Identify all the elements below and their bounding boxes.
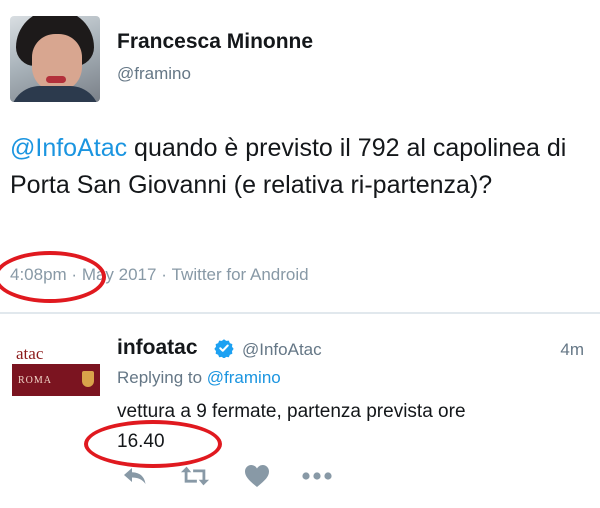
verified-badge-icon [214, 339, 234, 358]
heart-icon [245, 465, 269, 487]
reply-text: vettura a 9 fermate, partenza prevista o… [117, 397, 587, 457]
roma-label: ROMA [18, 375, 53, 386]
reply-button[interactable] [120, 462, 150, 490]
reply-author-handle[interactable]: @InfoAtac [242, 340, 322, 360]
meta-separator: · [156, 265, 172, 284]
shield-icon [82, 371, 94, 387]
reply-text-line1: vettura a 9 fermate, partenza prevista o… [117, 401, 466, 422]
tweet-date[interactable]: May 2017 [82, 265, 157, 285]
retweet-button[interactable] [180, 462, 210, 490]
meta-separator: · [66, 265, 82, 284]
reply-icon [124, 468, 146, 484]
tweet-source[interactable]: Twitter for Android [172, 265, 309, 285]
tweet-actions [120, 462, 420, 492]
main-tweet: Francesca Minonne @framino @InfoAtac qua… [0, 0, 600, 312]
retweet-icon [180, 466, 210, 486]
avatar-face [32, 34, 82, 92]
author-handle[interactable]: @framino [117, 64, 191, 84]
author-name[interactable]: Francesca Minonne [117, 30, 313, 54]
avatar-shoulder [10, 86, 100, 102]
author-avatar[interactable] [10, 16, 100, 102]
reply-tweet: atac ROMA infoatac @InfoAtac 4m Replying… [0, 314, 600, 508]
tweet-meta: 4:08pm · May 2017 · Twitter for Android [10, 265, 309, 285]
reply-author-name[interactable]: infoatac [117, 336, 198, 360]
avatar-lips [46, 76, 66, 83]
replying-to: Replying to @framino [117, 368, 281, 388]
more-button[interactable] [302, 462, 332, 490]
atac-logo: atac [16, 344, 44, 363]
like-button[interactable] [242, 462, 272, 490]
tweet-time[interactable]: 4:08pm [10, 265, 67, 285]
replying-label: Replying to [117, 368, 207, 387]
replying-mention[interactable]: @framino [207, 368, 281, 387]
reply-time[interactable]: 4m [560, 340, 584, 360]
roma-band: ROMA [12, 364, 100, 396]
tweet-text: @InfoAtac quando è previsto il 792 al ca… [10, 130, 590, 204]
reply-text-line2: 16.40 [117, 431, 165, 452]
more-dots-icon [302, 472, 332, 480]
atac-avatar[interactable]: atac ROMA [12, 338, 104, 408]
mention-link[interactable]: @InfoAtac [10, 134, 127, 162]
